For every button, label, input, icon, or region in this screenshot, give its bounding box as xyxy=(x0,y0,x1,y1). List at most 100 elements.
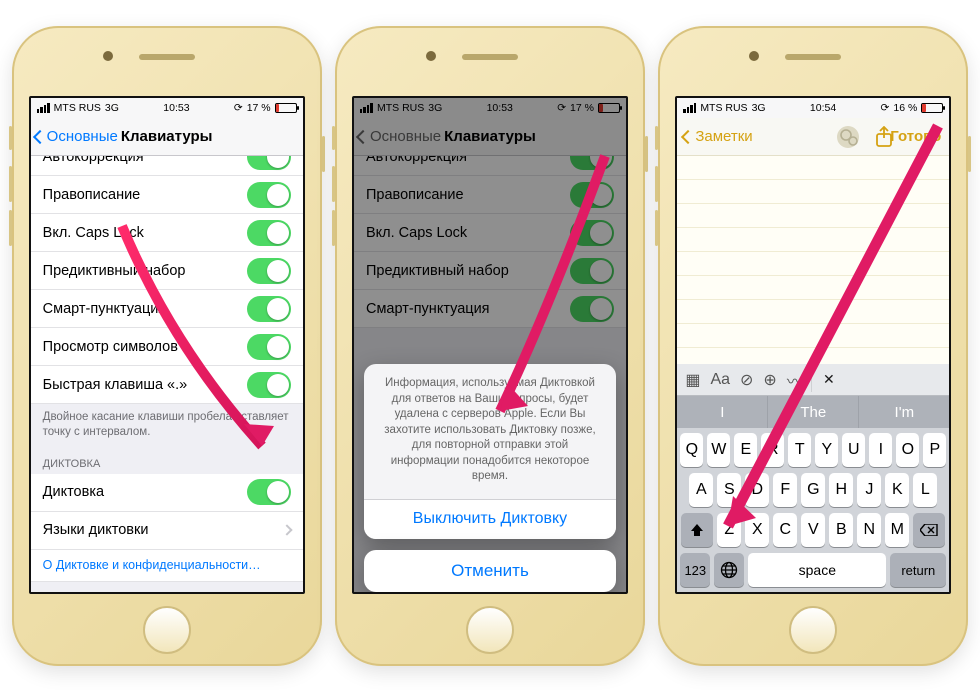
home-button[interactable] xyxy=(789,606,837,654)
back-button[interactable]: Основные xyxy=(35,128,118,145)
switch-predictive[interactable] xyxy=(247,258,291,284)
link-dictation-privacy[interactable]: О Диктовке и конфиденциальности… xyxy=(31,550,303,582)
signal-bars-icon xyxy=(37,103,50,113)
key-v[interactable]: V xyxy=(801,513,825,547)
key-q[interactable]: Q xyxy=(680,433,703,467)
camera xyxy=(103,51,113,61)
mute-switch[interactable] xyxy=(655,126,658,150)
rotation-lock-icon: ⟳ xyxy=(881,102,890,114)
backspace-key[interactable] xyxy=(913,513,945,547)
row-capslock[interactable]: Вкл. Caps Lock xyxy=(31,214,303,252)
key-e[interactable]: E xyxy=(734,433,757,467)
note-editor[interactable] xyxy=(677,156,949,364)
home-button[interactable] xyxy=(466,606,514,654)
volume-down[interactable] xyxy=(655,210,658,246)
prediction-3[interactable]: I'm xyxy=(859,396,949,428)
row-dictation[interactable]: Диктовка xyxy=(31,474,303,512)
key-y[interactable]: Y xyxy=(815,433,838,467)
back-button[interactable]: Заметки xyxy=(683,128,752,145)
key-o[interactable]: O xyxy=(896,433,919,467)
draw-icon[interactable]: 〰 xyxy=(787,368,803,392)
switch-spelling[interactable] xyxy=(247,182,291,208)
row-charpreview[interactable]: Просмотр символов xyxy=(31,328,303,366)
row-smartpunct[interactable]: Смарт-пунктуация xyxy=(31,290,303,328)
volume-up[interactable] xyxy=(9,166,12,202)
footer-text: Двойное касание клавиши пробела вставляе… xyxy=(31,404,303,446)
key-x[interactable]: X xyxy=(745,513,769,547)
key-k[interactable]: K xyxy=(885,473,909,507)
space-key[interactable]: space xyxy=(748,553,886,587)
screen: MTS RUS 3G 10:53 ⟳ 17 % Основные Клавиат… xyxy=(29,96,305,594)
key-a[interactable]: A xyxy=(689,473,713,507)
key-s[interactable]: S xyxy=(717,473,741,507)
key-w[interactable]: W xyxy=(707,433,730,467)
clock: 10:53 xyxy=(163,102,189,114)
key-m[interactable]: M xyxy=(885,513,909,547)
key-z[interactable]: Z xyxy=(717,513,741,547)
row-autocorrect[interactable]: Автокоррекция xyxy=(31,156,303,176)
row-label: Быстрая клавиша «.» xyxy=(43,377,188,393)
key-j[interactable]: J xyxy=(857,473,881,507)
row-predictive[interactable]: Предиктивный набор xyxy=(31,252,303,290)
predictive-bar: I The I'm xyxy=(677,396,949,428)
key-f[interactable]: F xyxy=(773,473,797,507)
shift-key[interactable] xyxy=(681,513,713,547)
prediction-2[interactable]: The xyxy=(768,396,859,428)
alert-sheet: Информация, используемая Диктовкой для о… xyxy=(364,364,616,539)
key-n[interactable]: N xyxy=(857,513,881,547)
screen: MTS RUS 3G 10:53 ⟳ 17 % Основные Клавиат… xyxy=(352,96,628,594)
key-r[interactable]: R xyxy=(761,433,784,467)
row-shortcut[interactable]: Быстрая клавиша «.» xyxy=(31,366,303,404)
key-h[interactable]: H xyxy=(829,473,853,507)
key-row-2: A S D F G H J K L xyxy=(680,473,946,507)
status-bar: MTS RUS 3G 10:53 ⟳ 17 % xyxy=(31,98,303,118)
mute-switch[interactable] xyxy=(332,126,335,150)
power-button[interactable] xyxy=(968,136,971,172)
key-l[interactable]: L xyxy=(913,473,937,507)
volume-down[interactable] xyxy=(332,210,335,246)
volume-up[interactable] xyxy=(655,166,658,202)
switch-shortcut[interactable] xyxy=(247,372,291,398)
switch-autocorrect[interactable] xyxy=(247,156,291,170)
key-g[interactable]: G xyxy=(801,473,825,507)
mute-switch[interactable] xyxy=(9,126,12,150)
power-button[interactable] xyxy=(645,136,648,172)
phone-3: MTS RUS 3G 10:54 ⟳ 16 % Заметки xyxy=(658,26,968,666)
switch-charpreview[interactable] xyxy=(247,334,291,360)
done-button[interactable]: Готово xyxy=(890,128,941,145)
cancel-button[interactable]: Отменить xyxy=(364,550,616,592)
chevron-left-icon xyxy=(33,129,47,143)
key-u[interactable]: U xyxy=(842,433,865,467)
key-b[interactable]: B xyxy=(829,513,853,547)
network-label: 3G xyxy=(105,102,119,114)
switch-smartpunct[interactable] xyxy=(247,296,291,322)
table-icon[interactable]: ▦ xyxy=(685,370,700,390)
power-button[interactable] xyxy=(322,136,325,172)
key-p[interactable]: P xyxy=(923,433,946,467)
speaker xyxy=(462,54,518,60)
volume-down[interactable] xyxy=(9,210,12,246)
key-d[interactable]: D xyxy=(745,473,769,507)
checklist-icon[interactable]: ⊘ xyxy=(740,370,753,390)
return-key[interactable]: return xyxy=(890,553,946,587)
row-spelling[interactable]: Правописание xyxy=(31,176,303,214)
key-t[interactable]: T xyxy=(788,433,811,467)
collaborate-icon[interactable] xyxy=(837,126,859,148)
globe-key[interactable] xyxy=(714,553,744,587)
text-format-icon[interactable]: Aa xyxy=(710,371,730,389)
phone-2: MTS RUS 3G 10:53 ⟳ 17 % Основные Клавиат… xyxy=(335,26,645,666)
settings-list[interactable]: Автокоррекция Правописание Вкл. Caps Loc… xyxy=(31,156,303,592)
close-format-icon[interactable]: ✕ xyxy=(812,371,846,388)
prediction-1[interactable]: I xyxy=(677,396,768,428)
home-button[interactable] xyxy=(143,606,191,654)
add-icon[interactable]: ⊕ xyxy=(763,370,776,390)
key-c[interactable]: C xyxy=(773,513,797,547)
numeric-key[interactable]: 123 xyxy=(680,553,710,587)
switch-capslock[interactable] xyxy=(247,220,291,246)
switch-dictation[interactable] xyxy=(247,479,291,505)
disable-dictation-button[interactable]: Выключить Диктовку xyxy=(364,499,616,539)
row-dictation-languages[interactable]: Языки диктовки xyxy=(31,512,303,550)
key-i[interactable]: I xyxy=(869,433,892,467)
volume-up[interactable] xyxy=(332,166,335,202)
chevron-left-icon xyxy=(681,129,695,143)
